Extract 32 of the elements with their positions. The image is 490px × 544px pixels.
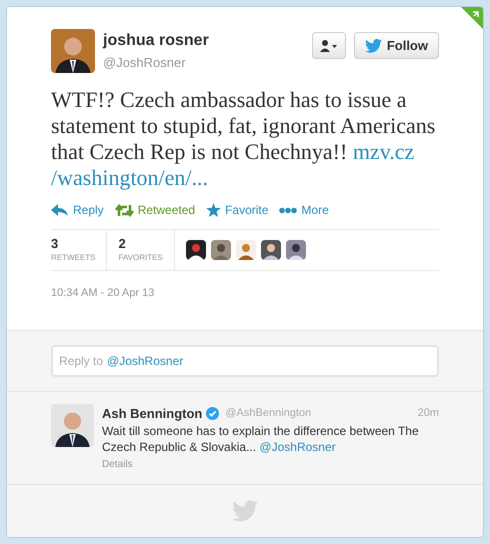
bird-icon (232, 500, 258, 522)
tweet-text: WTF!? Czech ambassador has to issue a statement to stupid, fat, ignorant Americans that Czech Rep is not Chechnya!! mzv.cz /washington/en/... (51, 87, 436, 191)
reply-text: Wait till someone has to explain the difference between The Czech Republic & Slovakia... @JoshRosner (102, 423, 420, 455)
action-link[interactable]: Favorite (206, 201, 268, 219)
author-name: joshua rosner (103, 31, 210, 52)
user-actions-button[interactable] (312, 32, 346, 59)
stat-count: 3 (51, 236, 60, 252)
author-handle: @JoshRosner (103, 54, 187, 72)
reply-time: 20m (418, 406, 439, 421)
tweet-link[interactable]: /washington/en/... (51, 165, 208, 190)
tweet-link[interactable]: mzv.cz (352, 139, 414, 164)
details-link[interactable]: Details (102, 457, 133, 472)
stat-count: 2 (118, 236, 127, 252)
reply-author: Ash Bennington (102, 404, 202, 423)
reply-placeholder: Reply to (59, 352, 104, 370)
retweet-icon (114, 204, 134, 216)
more-icon (279, 206, 298, 214)
person-caret-icon (320, 40, 338, 52)
mention-link[interactable]: @JoshRosner (259, 440, 336, 454)
stat-label: RETWEETS (51, 252, 96, 264)
stat-label: FAVORITES (118, 252, 163, 264)
reply-icon (51, 204, 69, 216)
action-link[interactable]: Reply (51, 201, 104, 219)
reply-handle: @AshBennington (225, 406, 312, 421)
timestamp: 10:34 AM - 20 Apr 13 (51, 286, 156, 301)
action-link[interactable]: Retweeted (114, 201, 196, 219)
reply-field[interactable]: Reply to @JoshRosner (51, 344, 439, 376)
star-icon (206, 203, 222, 217)
follow-button[interactable]: Follow (354, 32, 439, 59)
action-link[interactable]: More (279, 201, 329, 219)
reply-mention: @JoshRosner (107, 352, 184, 370)
bird-icon (364, 38, 382, 52)
